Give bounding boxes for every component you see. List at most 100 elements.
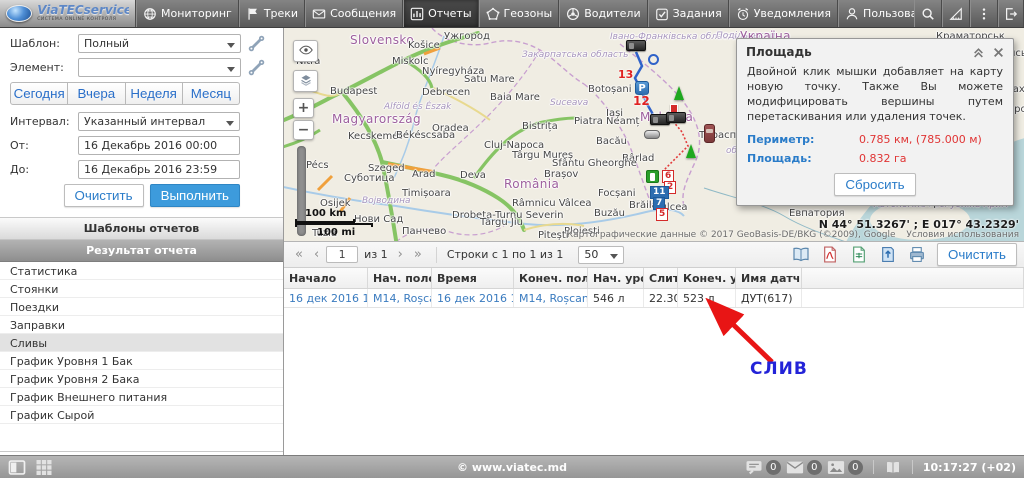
- report-section-item[interactable]: Стоянки: [0, 280, 283, 298]
- nav-item-polygon[interactable]: Геозоны: [479, 0, 560, 27]
- column-header: Время: [432, 268, 514, 288]
- report-section-item[interactable]: График Внешнего питания: [0, 388, 283, 406]
- export-pdf-icon[interactable]: [821, 246, 839, 263]
- truck-marker[interactable]: [666, 112, 686, 123]
- nav-item-user[interactable]: Пользовател: [838, 0, 914, 27]
- table-row[interactable]: 16 дек 2016 19:20:33M14, Roșcani16 дек 2…: [284, 289, 1024, 308]
- column-header: Имя датчика: [736, 268, 802, 288]
- templates-header[interactable]: Шаблоны отчетов: [0, 217, 283, 240]
- exit-button[interactable]: [998, 0, 1024, 27]
- quick-range-button[interactable]: Вчера: [68, 82, 125, 105]
- table-cell[interactable]: M14, Roșcani: [368, 289, 432, 307]
- ring-marker[interactable]: [648, 54, 659, 65]
- content: Шаблон: Полный Элемент:: [0, 28, 1024, 455]
- close-icon[interactable]: [993, 47, 1004, 58]
- clock-label: 10:17:27 (+02): [923, 461, 1016, 474]
- parking-marker[interactable]: P: [635, 81, 649, 95]
- quick-range-button[interactable]: Сегодня: [10, 82, 68, 105]
- fuel-marker[interactable]: [646, 170, 659, 183]
- map-visibility-button[interactable]: [293, 40, 318, 62]
- last-page-button[interactable]: »: [410, 248, 426, 261]
- grid-toggle-icon[interactable]: [35, 460, 53, 475]
- execute-button[interactable]: Выполнить: [150, 184, 240, 207]
- cone-marker[interactable]: [674, 86, 684, 100]
- nav-item-alarm[interactable]: Уведомления: [729, 0, 838, 27]
- report-book-icon[interactable]: [792, 246, 810, 263]
- layers-icon: [299, 74, 313, 88]
- zoom-out-button[interactable]: −: [293, 120, 314, 140]
- template-select[interactable]: Полный: [78, 34, 241, 53]
- page-size-select[interactable]: 50: [578, 246, 624, 264]
- report-section-item[interactable]: График Уровня 2 Бака: [0, 370, 283, 388]
- reset-area-button[interactable]: Сбросить: [834, 173, 915, 196]
- report-section-item[interactable]: Статистика: [0, 262, 283, 280]
- page-number-input[interactable]: 1: [326, 246, 358, 263]
- logo-icon: [6, 5, 32, 22]
- quick-range-button[interactable]: Месяц: [183, 82, 240, 105]
- nav-item-globe[interactable]: Мониторинг: [136, 0, 239, 27]
- column-header: Нач. уровень: [588, 268, 644, 288]
- nav-item-label: Уведомления: [754, 7, 831, 20]
- nav-item-task[interactable]: Задания: [648, 0, 729, 27]
- collapse-icon[interactable]: [973, 47, 984, 58]
- report-section-item[interactable]: Сливы: [0, 334, 283, 352]
- quick-range-button[interactable]: Неделя: [126, 82, 183, 105]
- report-section-item[interactable]: Поездки: [0, 298, 283, 316]
- interval-select[interactable]: Указанный интервал: [78, 112, 240, 131]
- map[interactable]: + − 100 km 100 mi N 44° 51.3267' ; E 017…: [284, 28, 1024, 242]
- clear-report-button[interactable]: Очистить: [937, 243, 1017, 266]
- first-page-button[interactable]: «: [291, 248, 307, 261]
- nav-item-wheel[interactable]: Водители: [559, 0, 647, 27]
- result-header[interactable]: Результат отчета: [0, 240, 283, 262]
- panel-toggle-icon[interactable]: [8, 460, 26, 475]
- map-layers-button[interactable]: [293, 70, 318, 92]
- export-file-icon[interactable]: [879, 246, 897, 263]
- report-section-item[interactable]: График Уровня 1 Бак: [0, 352, 283, 370]
- clear-form-button[interactable]: Очистить: [64, 184, 144, 207]
- map-label: Sfântu Gheorghe: [552, 158, 637, 169]
- badge-red-marker[interactable]: 5: [656, 208, 668, 221]
- next-page-button[interactable]: ›: [394, 248, 407, 261]
- table-cell[interactable]: M14, Roșcani: [514, 289, 588, 307]
- photo-counter[interactable]: 0: [827, 460, 863, 475]
- print-icon[interactable]: [908, 246, 926, 263]
- element-select[interactable]: [78, 58, 241, 77]
- map-label: Slovensko: [350, 33, 414, 47]
- area-label: Площадь:: [747, 152, 859, 165]
- statusbar-separator: [912, 460, 913, 474]
- attribution-terms-link[interactable]: Условия использования: [906, 230, 1019, 240]
- area-popup-titlebar: Площадь: [737, 39, 1013, 62]
- status-counters: 00010:17:27 (+02): [745, 460, 1016, 475]
- search-button[interactable]: [914, 0, 942, 27]
- template-wrench-icon[interactable]: [248, 35, 270, 53]
- sms-counter[interactable]: 0: [745, 460, 781, 475]
- truck-marker[interactable]: [626, 40, 646, 51]
- to-date-input[interactable]: 16 Декабрь 2016 23:59: [78, 160, 240, 179]
- perimeter-value: 0.785 км, (785.000 м): [859, 133, 982, 146]
- element-wrench-icon[interactable]: [248, 59, 270, 77]
- tank-marker[interactable]: [644, 130, 660, 139]
- log-book-icon[interactable]: [884, 460, 902, 475]
- ruler-button[interactable]: [942, 0, 970, 27]
- report-section-item[interactable]: Заправки: [0, 316, 283, 334]
- main-nav: МониторингТрекиСообщенияОтчетыГеозоныВод…: [136, 0, 914, 27]
- eye-icon: [299, 44, 313, 58]
- flag-marker[interactable]: 13: [618, 68, 633, 81]
- zoom-in-button[interactable]: +: [293, 98, 314, 118]
- mail-counter[interactable]: 0: [786, 460, 822, 475]
- nav-item-chart[interactable]: Отчеты: [403, 0, 478, 27]
- table-cell[interactable]: 16 дек 2016 19:24:35: [432, 289, 514, 307]
- cone-marker[interactable]: [686, 144, 696, 158]
- from-date-input[interactable]: 16 Декабрь 2016 00:00: [78, 136, 240, 155]
- numred-marker[interactable]: 12: [633, 94, 650, 108]
- car-marker[interactable]: [704, 124, 715, 143]
- report-section-item[interactable]: График Сырой: [0, 406, 283, 424]
- export-excel-icon[interactable]: [850, 246, 868, 263]
- map-label: Satu Mare: [464, 74, 515, 85]
- status-bar: © www.viatec.md 00010:17:27 (+02): [0, 455, 1024, 478]
- nav-item-flag[interactable]: Треки: [239, 0, 305, 27]
- nav-item-envelope[interactable]: Сообщения: [305, 0, 403, 27]
- prev-page-button[interactable]: ‹: [310, 248, 323, 261]
- more-button[interactable]: [970, 0, 998, 27]
- table-cell[interactable]: 16 дек 2016 19:20:33: [284, 289, 368, 307]
